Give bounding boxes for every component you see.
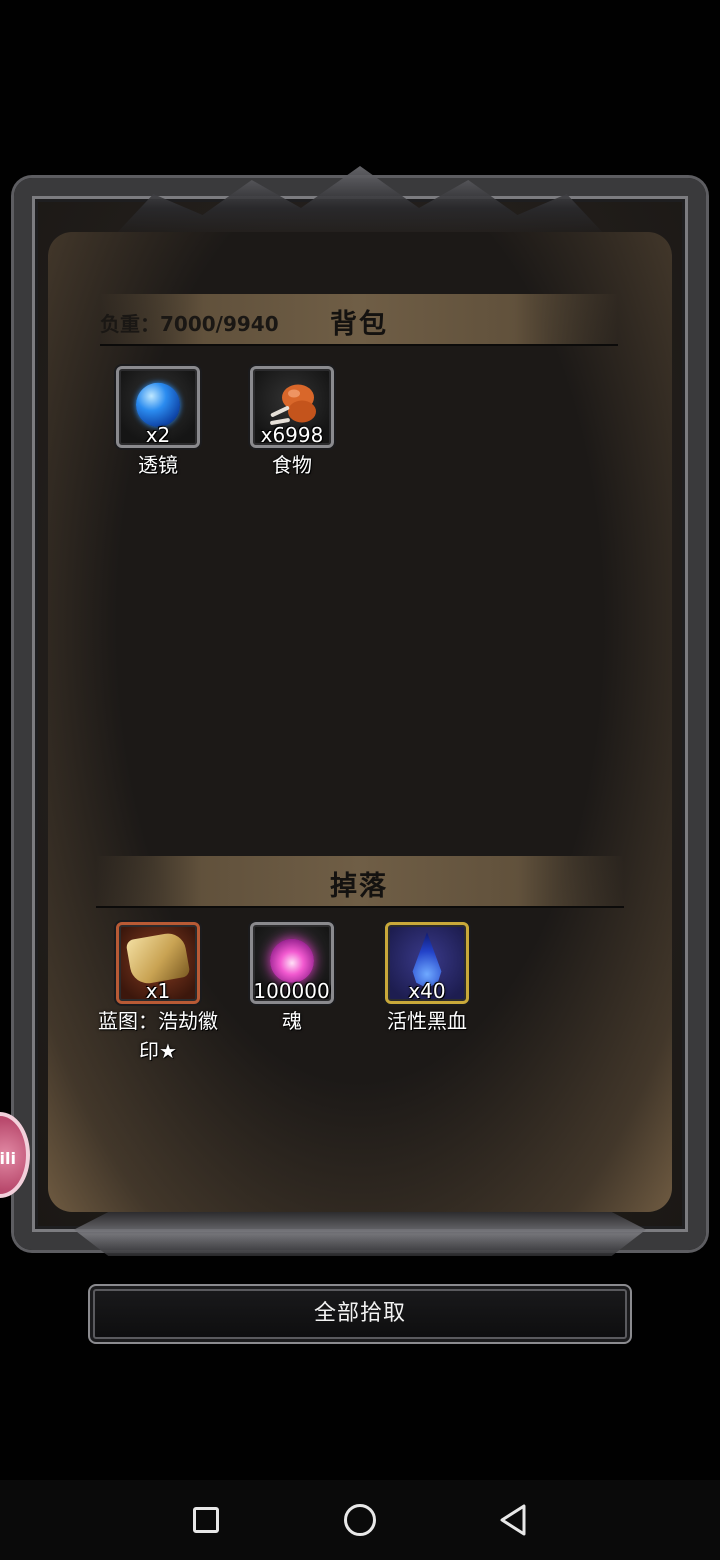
item-name: 食物 [272, 453, 312, 477]
bag-section-header: 负重：7000/9940 背包 [100, 294, 618, 346]
item-slot[interactable]: x1000000 [250, 922, 334, 1004]
system-nav-bar [0, 1480, 720, 1560]
item-slot[interactable]: x2 [116, 366, 200, 448]
drop-item-soul[interactable]: x1000000 魂 [232, 922, 352, 1036]
item-name: 透镜 [138, 453, 178, 477]
back-icon [500, 1504, 526, 1536]
bag-item-food[interactable]: x6998 食物 [232, 366, 352, 480]
back-button[interactable] [494, 1500, 534, 1540]
item-slot[interactable]: x1 [116, 922, 200, 1004]
bag-item-lens[interactable]: x2 透镜 [98, 366, 218, 480]
recents-icon [193, 1507, 219, 1533]
drops-section-header: 掉落 [96, 856, 624, 908]
item-quantity: x1000000 [253, 979, 331, 1003]
soul-icon [270, 938, 314, 983]
game-screen: 负重：7000/9940 背包 x2 透镜 x6998 食物 掉落 x1 蓝图：… [0, 0, 720, 1560]
drop-item-blueprint[interactable]: x1 蓝图：浩劫徽印★ [98, 922, 218, 1066]
item-quantity: x1 [145, 979, 171, 1003]
home-icon [344, 1504, 376, 1536]
pickup-all-button[interactable]: 全部拾取 [88, 1284, 632, 1344]
frame-bottom-ornament [74, 1212, 646, 1256]
home-button[interactable] [340, 1500, 380, 1540]
weight-label: 负重：7000/9940 [100, 312, 279, 336]
drops-title: 掉落 [330, 871, 388, 902]
lens-icon [136, 382, 180, 427]
item-quantity: x2 [145, 423, 171, 447]
item-slot[interactable]: x40 [385, 922, 469, 1004]
item-name: 魂 [282, 1009, 302, 1033]
item-slot[interactable]: x6998 [250, 366, 334, 448]
blueprint-scroll-icon [125, 930, 191, 987]
frame-crest-ornament [114, 166, 606, 236]
recents-button[interactable] [186, 1500, 226, 1540]
item-quantity: x6998 [260, 423, 324, 447]
bag-title: 背包 [330, 309, 388, 340]
drop-item-black-blood[interactable]: x40 活性黑血 [367, 922, 487, 1036]
item-name: 蓝图：浩劫徽印★ [98, 1009, 218, 1063]
item-name: 活性黑血 [387, 1009, 467, 1033]
food-icon [270, 384, 316, 425]
item-quantity: x40 [408, 979, 446, 1003]
